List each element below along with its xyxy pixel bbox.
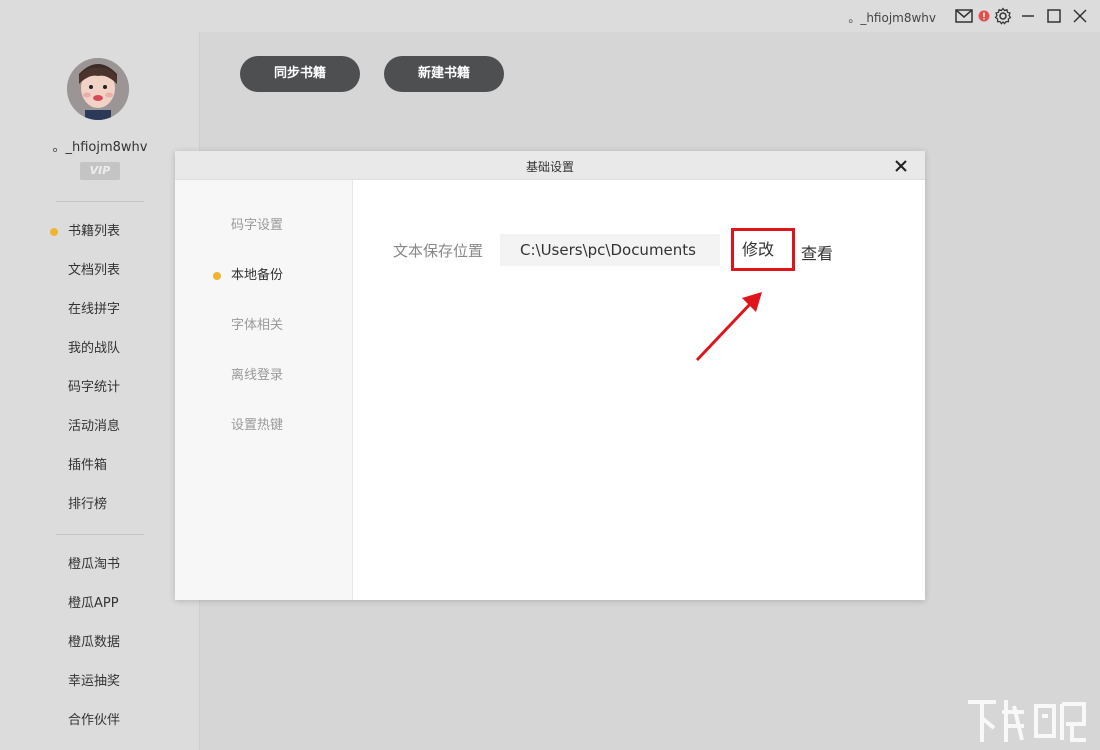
settings-dialog: 基础设置 码字设置 本地备份 字体相关 离线登录 设置热键 文本保存位置 C:\…	[175, 151, 925, 600]
left-sidebar: 。_hfiojm8whv VIP 书籍列表 文档列表 在线拼字 我的战队 码字统…	[0, 32, 200, 750]
sync-books-button[interactable]: 同步书籍	[240, 56, 360, 92]
sidebar-item-book-shop[interactable]: 橙瓜淘书	[68, 556, 120, 574]
active-dot	[50, 228, 58, 236]
sidebar-item-label: 书籍列表	[68, 224, 121, 239]
tab-offline-login[interactable]: 离线登录	[231, 367, 283, 385]
sidebar-item-online-writing[interactable]: 在线拼字	[68, 301, 120, 319]
tab-local-backup[interactable]: 本地备份	[213, 267, 284, 285]
tab-label: 本地备份	[231, 268, 284, 283]
tab-typing-settings[interactable]: 码字设置	[231, 217, 283, 235]
sidebar-item-document-list[interactable]: 文档列表	[68, 262, 120, 280]
dialog-close-icon[interactable]	[891, 156, 911, 176]
sidebar-divider	[56, 201, 144, 202]
sidebar-username: 。_hfiojm8whv	[52, 140, 148, 155]
sidebar-item-app[interactable]: 橙瓜APP	[68, 595, 119, 613]
sidebar-item-book-list[interactable]: 书籍列表	[50, 223, 121, 241]
sidebar-item-my-team[interactable]: 我的战队	[68, 340, 120, 358]
save-location-path: C:\Users\pc\Documents	[500, 234, 720, 266]
sidebar-item-rankings[interactable]: 排行榜	[68, 496, 107, 514]
save-location-label: 文本保存位置	[393, 242, 484, 260]
tab-hotkeys[interactable]: 设置热键	[231, 417, 283, 435]
watermark-logo-icon	[968, 700, 1086, 742]
tab-font-settings[interactable]: 字体相关	[231, 317, 283, 335]
minimize-icon[interactable]	[1018, 6, 1038, 26]
maximize-icon[interactable]	[1044, 6, 1064, 26]
active-dot	[213, 272, 221, 280]
sidebar-item-partners[interactable]: 合作伙伴	[68, 712, 120, 730]
sidebar-divider	[56, 534, 144, 535]
sidebar-item-word-stats[interactable]: 码字统计	[68, 379, 120, 397]
new-book-button[interactable]: 新建书籍	[384, 56, 504, 92]
gear-icon[interactable]	[993, 6, 1013, 26]
sidebar-item-data[interactable]: 橙瓜数据	[68, 634, 120, 652]
close-icon[interactable]	[1070, 6, 1090, 26]
dialog-header: 基础设置	[175, 151, 925, 180]
vip-badge[interactable]: VIP	[80, 162, 120, 180]
modify-button[interactable]: 修改	[731, 228, 795, 271]
dialog-sidebar: 码字设置 本地备份 字体相关 离线登录 设置热键	[175, 180, 353, 600]
titlebar-username[interactable]: 。_hfiojm8whv	[848, 9, 936, 26]
title-bar: 。_hfiojm8whv	[0, 0, 1100, 32]
dialog-title: 基础设置	[525, 160, 574, 174]
sidebar-item-activity-messages[interactable]: 活动消息	[68, 418, 120, 436]
notification-badge-icon[interactable]	[974, 6, 994, 26]
view-button[interactable]: 查看	[801, 240, 833, 264]
sidebar-item-plugins[interactable]: 插件箱	[68, 457, 107, 475]
sidebar-item-lucky-draw[interactable]: 幸运抽奖	[68, 673, 120, 691]
mail-icon[interactable]	[954, 6, 974, 26]
avatar[interactable]	[67, 58, 129, 120]
